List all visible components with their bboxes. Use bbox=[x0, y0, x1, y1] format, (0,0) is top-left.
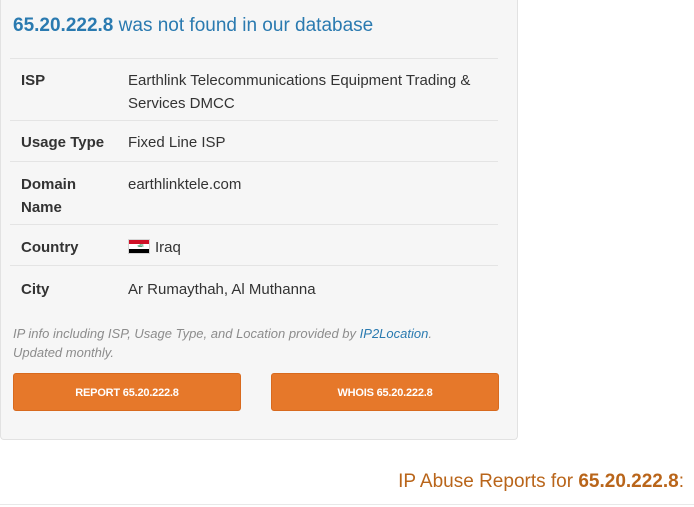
lookup-result-headline: 65.20.222.8 was not found in our databas… bbox=[13, 15, 373, 37]
country-row: Country ﷲ Iraq bbox=[10, 225, 498, 266]
ip-info-card: 65.20.222.8 was not found in our databas… bbox=[0, 0, 518, 440]
abuse-heading-ip: 65.20.222.8 bbox=[578, 471, 679, 492]
ip-details-table: ISP Earthlink Telecommunications Equipme… bbox=[10, 58, 498, 309]
headline-suffix: was not found in our database bbox=[118, 15, 374, 36]
headline-ip: 65.20.222.8 bbox=[13, 15, 114, 36]
domain-name-label: Domain Name bbox=[21, 176, 77, 216]
isp-value: Earthlink Telecommunications Equipment T… bbox=[128, 72, 471, 112]
usage-type-value: Fixed Line ISP bbox=[128, 134, 226, 151]
city-label: City bbox=[21, 281, 50, 298]
abuse-heading-prefix: IP Abuse Reports for bbox=[398, 471, 579, 492]
usage-type-label: Usage Type bbox=[21, 134, 105, 151]
note-text-before: IP info including ISP, Usage Type, and L… bbox=[13, 326, 360, 341]
data-source-note: IP info including ISP, Usage Type, and L… bbox=[13, 324, 483, 362]
abuse-heading-suffix: : bbox=[678, 471, 684, 492]
section-divider bbox=[0, 504, 694, 505]
domain-name-value: earthlinktele.com bbox=[128, 176, 242, 193]
isp-row: ISP Earthlink Telecommunications Equipme… bbox=[10, 59, 498, 121]
abuse-reports-heading: IP Abuse Reports for 65.20.222.8: bbox=[398, 471, 684, 493]
whois-ip-button[interactable]: WHOIS 65.20.222.8 bbox=[271, 373, 499, 411]
country-name: Iraq bbox=[155, 239, 181, 256]
usage-type-row: Usage Type Fixed Line ISP bbox=[10, 121, 498, 162]
country-label: Country bbox=[21, 239, 79, 256]
report-ip-button[interactable]: REPORT 65.20.222.8 bbox=[13, 373, 241, 411]
country-value: ﷲ Iraq bbox=[128, 236, 498, 259]
domain-name-row: Domain Name earthlinktele.com bbox=[10, 162, 498, 225]
city-row: City Ar Rumaythah, Al Muthanna bbox=[10, 266, 498, 309]
city-value: Ar Rumaythah, Al Muthanna bbox=[128, 281, 316, 298]
ip2location-link[interactable]: IP2Location bbox=[360, 326, 429, 341]
isp-label: ISP bbox=[21, 72, 46, 89]
iraq-flag-icon: ﷲ bbox=[128, 239, 150, 254]
